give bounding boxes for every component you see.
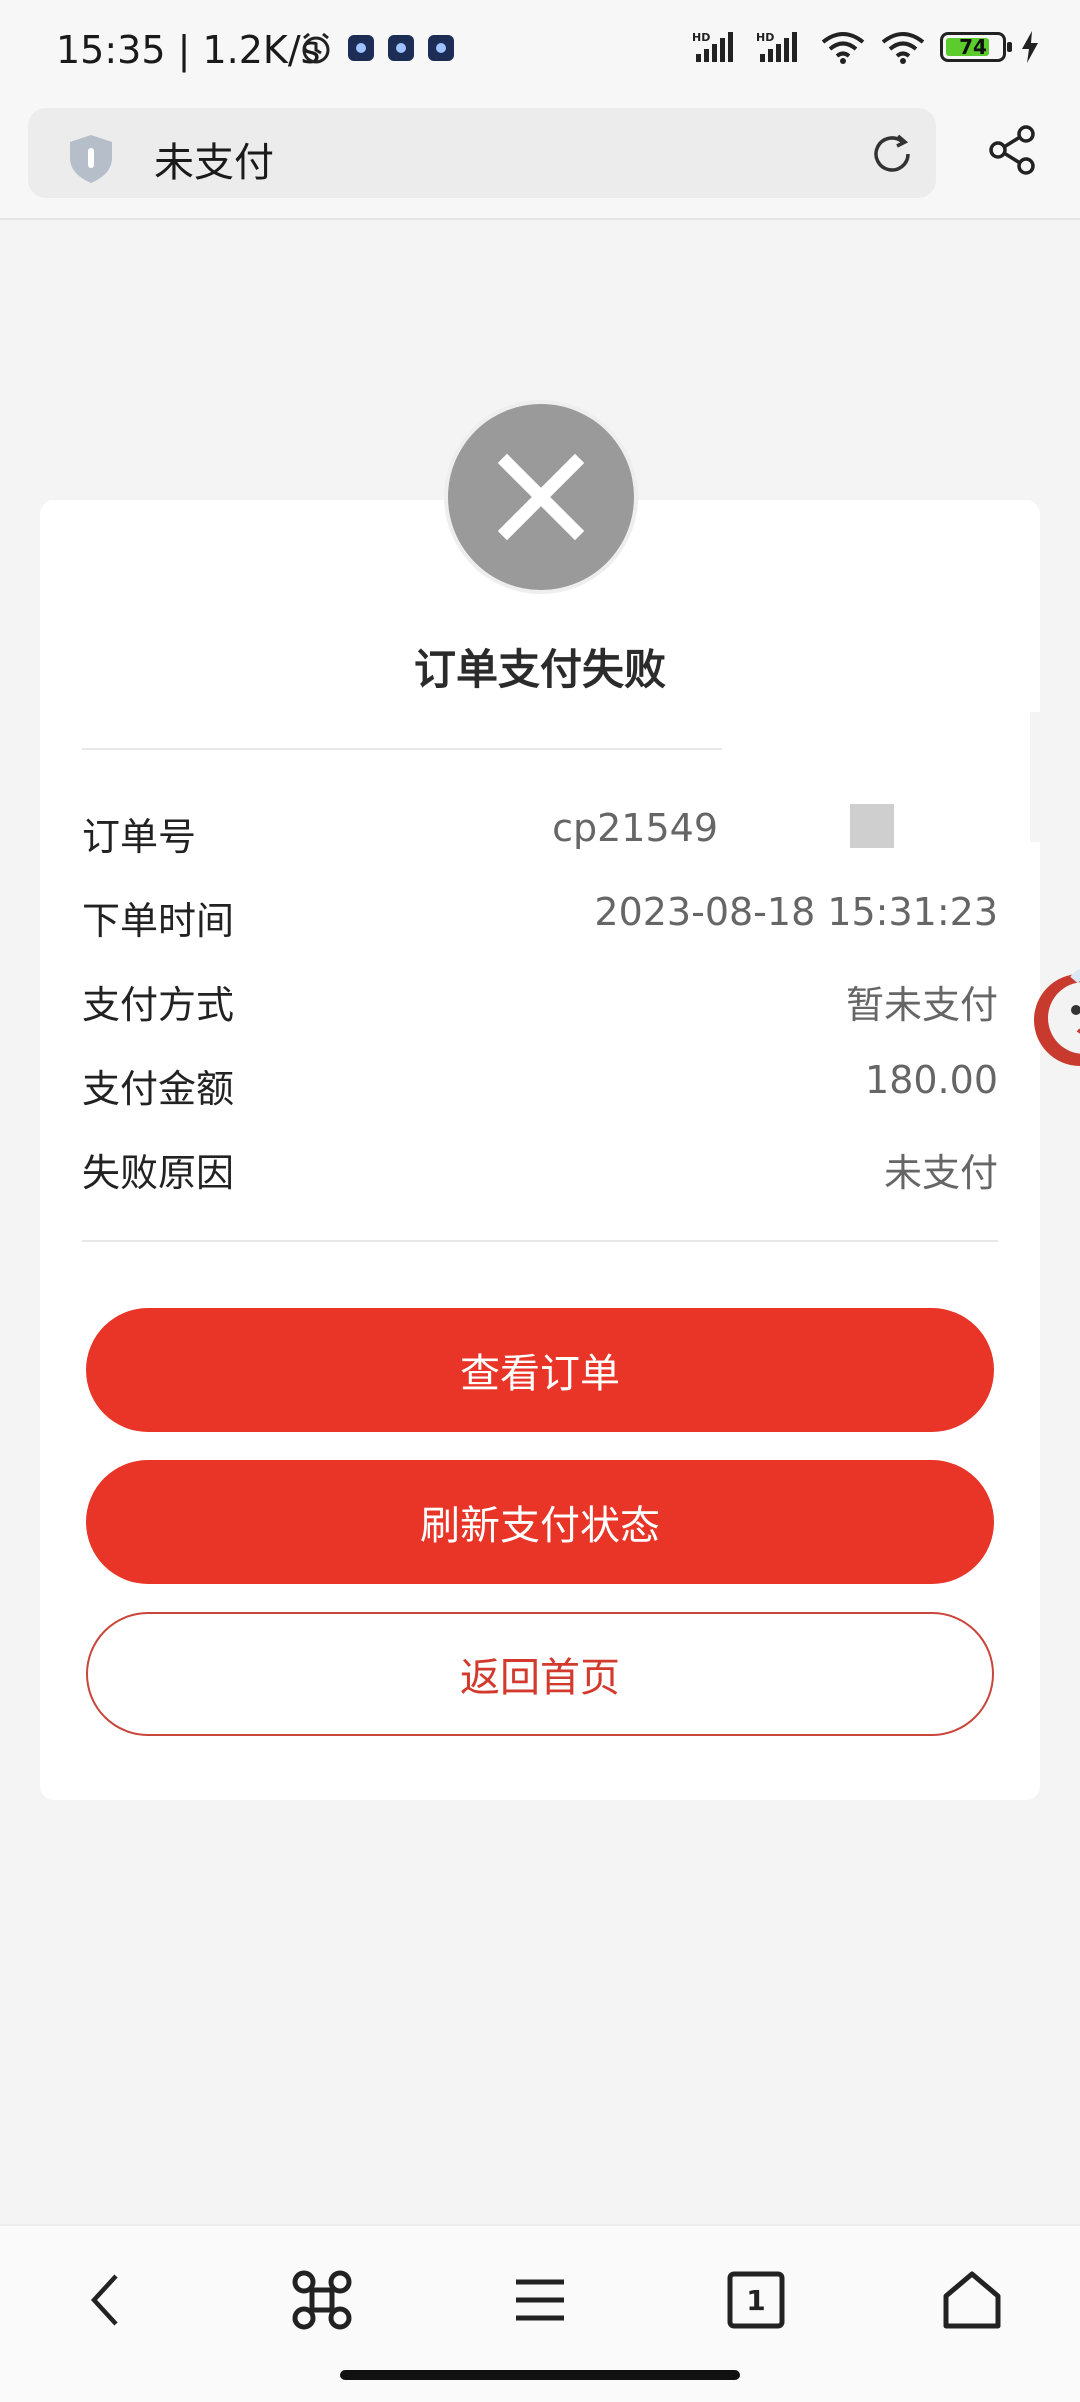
divider xyxy=(82,748,722,750)
result-title: 订单支付失败 xyxy=(413,645,666,694)
status-system-icons: HD HD 74 xyxy=(692,30,1040,64)
fail-reason-row: 失败原因 未支付 xyxy=(82,1136,998,1220)
redaction-block xyxy=(850,804,894,848)
app-icon xyxy=(428,35,454,61)
fail-reason-value: 未支付 xyxy=(883,1151,998,1195)
svg-text:HD: HD xyxy=(756,31,774,44)
scroll-indicator xyxy=(1030,712,1042,842)
battery-icon: 74 xyxy=(940,32,1012,62)
app-icon xyxy=(388,35,414,61)
order-number-value: cp21549 xyxy=(552,806,718,850)
payment-method-label: 支付方式 xyxy=(82,983,235,1027)
payment-amount-label: 支付金额 xyxy=(82,1067,235,1111)
status-time: 15:35 | 1.2K/s xyxy=(56,28,321,72)
share-icon[interactable] xyxy=(984,122,1040,178)
floating-mascot-icon[interactable] xyxy=(1030,950,1080,1090)
order-number-label: 订单号 xyxy=(82,815,197,859)
status-bar: 15:35 | 1.2K/s HD HD 74 xyxy=(0,0,1080,100)
divider xyxy=(82,1240,998,1242)
hd-signal-icon: HD xyxy=(756,31,797,62)
app-icon xyxy=(348,35,374,61)
gesture-home-indicator[interactable] xyxy=(340,2370,740,2380)
page-title: 未支付 xyxy=(154,140,274,186)
view-order-button[interactable]: 查看订单 xyxy=(86,1308,994,1432)
order-time-label: 下单时间 xyxy=(82,899,235,943)
tabs-icon[interactable]: 1 xyxy=(716,2260,796,2340)
wifi-icon xyxy=(881,32,925,64)
fail-icon xyxy=(448,404,634,590)
menu-icon[interactable] xyxy=(500,2260,580,2340)
payment-amount-value: 180.00 xyxy=(865,1058,998,1102)
payment-amount-row: 支付金额 180.00 xyxy=(82,1052,998,1136)
alarm-icon xyxy=(302,32,330,64)
refresh-payment-status-button[interactable]: 刷新支付状态 xyxy=(86,1460,994,1584)
order-details: 订单号 cp21549 下单时间 2023-08-18 15:31:23 支付方… xyxy=(82,800,998,1220)
charging-icon xyxy=(1022,31,1038,63)
hd-signal-icon: HD xyxy=(692,31,733,62)
reload-icon[interactable] xyxy=(868,130,916,178)
order-time-row: 下单时间 2023-08-18 15:31:23 xyxy=(82,884,998,968)
home-icon[interactable] xyxy=(932,2260,1012,2340)
svg-text:HD: HD xyxy=(692,31,710,44)
back-home-button[interactable]: 返回首页 xyxy=(86,1612,994,1736)
shield-icon[interactable] xyxy=(64,132,118,186)
browser-toolbar: 未支付 xyxy=(0,100,1080,220)
order-time-value: 2023-08-18 15:31:23 xyxy=(594,890,998,934)
tab-count: 1 xyxy=(746,2283,766,2317)
payment-method-row: 支付方式 暂未支付 xyxy=(82,968,998,1052)
status-notification-icons xyxy=(298,30,454,66)
payment-method-value: 暂未支付 xyxy=(845,983,998,1027)
fail-reason-label: 失败原因 xyxy=(82,1151,235,1195)
address-bar[interactable]: 未支付 xyxy=(28,108,936,198)
wifi-icon xyxy=(821,32,865,64)
command-icon[interactable] xyxy=(282,2260,362,2340)
back-icon[interactable] xyxy=(66,2260,146,2340)
